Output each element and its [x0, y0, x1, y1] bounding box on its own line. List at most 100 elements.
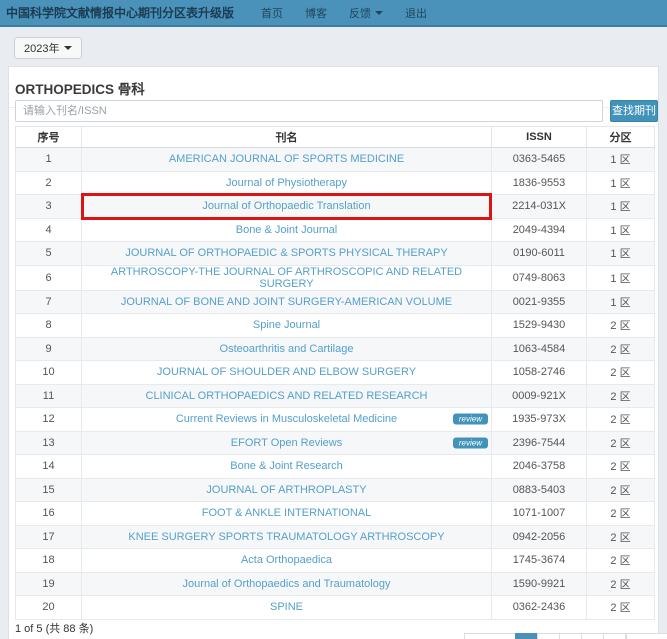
journal-link[interactable]: FOOT & ANKLE INTERNATIONAL: [202, 507, 372, 519]
nav-item-blog-label: 博客: [305, 5, 327, 21]
row-index: 17: [16, 525, 82, 549]
journal-link[interactable]: Journal of Orthopaedics and Traumatology: [183, 578, 391, 590]
row-index: 16: [16, 502, 82, 526]
nav-item-feedback[interactable]: 反馈: [338, 5, 394, 21]
category-title: ORTHOPEDICS 骨科: [15, 82, 145, 97]
table-row: 13EFORT Open Reviewsreview2396-75442 区: [16, 431, 655, 455]
issn-cell: 1745-3674: [492, 549, 587, 573]
journal-link[interactable]: CLINICAL ORTHOPAEDICS AND RELATED RESEAR…: [146, 390, 428, 402]
journal-name-cell: Current Reviews in Musculoskeletal Medic…: [82, 408, 492, 432]
journal-name-cell: JOURNAL OF ORTHOPAEDIC & SPORTS PHYSICAL…: [82, 242, 492, 266]
table-row: 3Journal of Orthopaedic Translation2214-…: [16, 195, 655, 219]
caret-down-icon: [375, 11, 383, 15]
journal-table-body: 1AMERICAN JOURNAL OF SPORTS MEDICINE0363…: [16, 148, 655, 620]
issn-cell: 2396-7544: [492, 431, 587, 455]
issn-cell: 0883-5403: [492, 478, 587, 502]
table-row: 5 JOURNAL OF ORTHOPAEDIC & SPORTS PHYSICA…: [16, 242, 655, 266]
caret-down-icon: [64, 46, 72, 50]
journal-name-cell: Bone & Joint Research: [82, 455, 492, 479]
partition-cell: 2 区: [587, 361, 655, 385]
table-row: 7JOURNAL OF BONE AND JOINT SURGERY-AMERI…: [16, 290, 655, 314]
table-row: 1AMERICAN JOURNAL OF SPORTS MEDICINE0363…: [16, 148, 655, 172]
nav-item-home[interactable]: 首页: [250, 5, 294, 21]
nav-menu: 首页 博客 反馈 退出: [250, 5, 438, 21]
partition-cell: 2 区: [587, 431, 655, 455]
journal-link[interactable]: Journal of Orthopaedic Translation: [202, 200, 370, 212]
pagination-button[interactable]: 1: [515, 633, 538, 639]
journal-link[interactable]: Journal of Physiotherapy: [226, 177, 347, 189]
issn-cell: 2214-031X: [492, 195, 587, 219]
row-index: 1: [16, 148, 82, 172]
journal-link[interactable]: Bone & Joint Research: [230, 460, 343, 472]
journal-name-cell: Journal of Orthopaedics and Traumatology: [82, 572, 492, 596]
row-index: 2: [16, 171, 82, 195]
search-input[interactable]: [15, 100, 603, 122]
journal-link[interactable]: KNEE SURGERY SPORTS TRAUMATOLOGY ARTHROS…: [128, 531, 444, 543]
journal-link[interactable]: JOURNAL OF SHOULDER AND ELBOW SURGERY: [157, 366, 416, 378]
journal-link[interactable]: SPINE: [270, 601, 303, 613]
row-index: 4: [16, 218, 82, 242]
journal-name-cell: FOOT & ANKLE INTERNATIONAL: [82, 502, 492, 526]
nav-item-logout[interactable]: 退出: [394, 5, 438, 21]
journal-link[interactable]: JOURNAL OF ARTHROPLASTY: [206, 484, 366, 496]
row-index: 6: [16, 265, 82, 290]
journal-link[interactable]: AMERICAN JOURNAL OF SPORTS MEDICINE: [169, 153, 404, 165]
journal-name-cell: Journal of Orthopaedic Translation: [82, 195, 492, 219]
journal-link[interactable]: EFORT Open Reviews: [231, 437, 342, 449]
journal-link[interactable]: Acta Orthopaedica: [241, 554, 332, 566]
partition-cell: 1 区: [587, 171, 655, 195]
search-bar: 查找期刊: [15, 100, 654, 122]
main-panel: ORTHOPEDICS 骨科 查找期刊 序号 刊名 ISSN 分区 1AMERI…: [8, 66, 659, 639]
partition-cell: 2 区: [587, 384, 655, 408]
journal-link[interactable]: JOURNAL OF ORTHOPAEDIC & SPORTS PHYSICAL…: [125, 247, 447, 259]
column-header-name: 刊名: [82, 127, 492, 148]
row-index: 12: [16, 408, 82, 432]
pagination-button[interactable]: 2: [537, 633, 560, 639]
partition-cell: 2 区: [587, 314, 655, 338]
table-row: 11CLINICAL ORTHOPAEDICS AND RELATED RESE…: [16, 384, 655, 408]
row-index: 5: [16, 242, 82, 266]
pagination-button[interactable]: »: [626, 633, 667, 639]
page: 中国科学院文献情报中心期刊分区表升级版 首页 博客 反馈 退出 2023年 OR…: [0, 0, 667, 639]
table-row: 9Osteoarthritis and Cartilage1063-45842 …: [16, 337, 655, 361]
table-row: 14Bone & Joint Research2046-37582 区: [16, 455, 655, 479]
search-journal-button[interactable]: 查找期刊: [610, 100, 658, 122]
table-row: 6 ARTHROSCOPY-THE JOURNAL OF ARTHROSCOPIC…: [16, 265, 655, 290]
issn-cell: 1058-2746: [492, 361, 587, 385]
pagination: «12345»: [464, 633, 667, 639]
site-title: 中国科学院文献情报中心期刊分区表升级版: [6, 4, 234, 21]
table-row: 4Bone & Joint Journal2049-43941 区: [16, 218, 655, 242]
journal-link[interactable]: Current Reviews in Musculoskeletal Medic…: [176, 413, 397, 425]
pagination-status: 1 of 5 (共 88 条): [15, 620, 93, 636]
journal-name-cell: SPINE: [82, 596, 492, 620]
journal-name-cell: JOURNAL OF ARTHROPLASTY: [82, 478, 492, 502]
journal-name-cell: Spine Journal: [82, 314, 492, 338]
journal-link[interactable]: ARTHROSCOPY-THE JOURNAL OF ARTHROSCOPIC …: [111, 266, 462, 290]
partition-cell: 1 区: [587, 242, 655, 266]
journal-name-cell: Acta Orthopaedica: [82, 549, 492, 573]
issn-cell: 0942-2056: [492, 525, 587, 549]
partition-cell: 2 区: [587, 478, 655, 502]
review-badge: review: [453, 437, 488, 448]
pagination-button[interactable]: 4: [581, 633, 604, 639]
pagination-button[interactable]: 5: [603, 633, 626, 639]
journal-link[interactable]: Spine Journal: [253, 319, 320, 331]
pagination-button[interactable]: «: [464, 633, 516, 639]
issn-cell: 0362-2436: [492, 596, 587, 620]
journal-link[interactable]: Bone & Joint Journal: [236, 224, 338, 236]
partition-cell: 2 区: [587, 337, 655, 361]
journal-link[interactable]: JOURNAL OF BONE AND JOINT SURGERY-AMERIC…: [121, 296, 452, 308]
issn-cell: 0749-8063: [492, 265, 587, 290]
journal-link[interactable]: Osteoarthritis and Cartilage: [220, 343, 354, 355]
year-dropdown-label: 2023年: [24, 40, 59, 56]
partition-cell: 1 区: [587, 148, 655, 172]
row-index: 8: [16, 314, 82, 338]
nav-item-feedback-label: 反馈: [349, 5, 371, 21]
year-dropdown-button[interactable]: 2023年: [14, 37, 82, 59]
table-row: 16FOOT & ANKLE INTERNATIONAL1071-10072 区: [16, 502, 655, 526]
nav-item-blog[interactable]: 博客: [294, 5, 338, 21]
row-index: 18: [16, 549, 82, 573]
partition-cell: 2 区: [587, 408, 655, 432]
pagination-button[interactable]: 3: [559, 633, 582, 639]
issn-cell: 1071-1007: [492, 502, 587, 526]
